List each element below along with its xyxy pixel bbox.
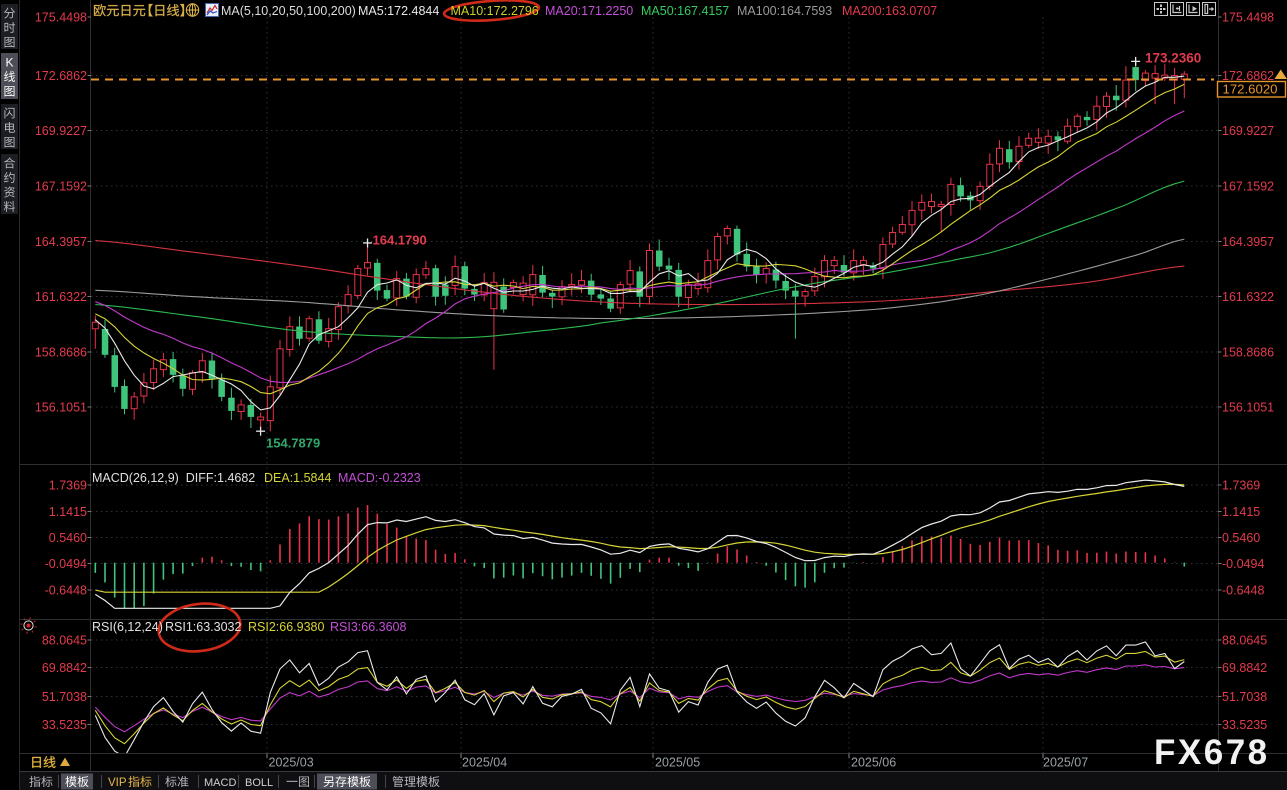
svg-text:175.4498: 175.4498: [1222, 10, 1274, 24]
svg-text:RSI2:66.9380: RSI2:66.9380: [248, 620, 324, 634]
svg-text:K: K: [5, 56, 13, 70]
svg-text:-0.0494: -0.0494: [1222, 557, 1264, 571]
svg-text:169.9227: 169.9227: [1222, 124, 1274, 138]
svg-text:33.5235: 33.5235: [42, 718, 87, 732]
svg-text:164.3957: 164.3957: [1222, 235, 1274, 249]
svg-text:MA10:172.2796: MA10:172.2796: [451, 4, 539, 18]
svg-text:1.1415: 1.1415: [49, 505, 87, 519]
svg-text:88.0645: 88.0645: [42, 633, 87, 647]
svg-text:MA20:171.2250: MA20:171.2250: [545, 4, 633, 18]
svg-text:156.1051: 156.1051: [1222, 400, 1274, 414]
svg-text:-0.0494: -0.0494: [45, 557, 87, 571]
svg-text:154.7879: 154.7879: [266, 436, 320, 451]
svg-text:173.2360: 173.2360: [1145, 51, 1201, 66]
svg-text:169.9227: 169.9227: [35, 124, 87, 138]
svg-text:2025/05: 2025/05: [655, 756, 700, 770]
svg-text:1.1415: 1.1415: [1222, 505, 1260, 519]
svg-text:33.5235: 33.5235: [1222, 718, 1267, 732]
svg-text:1.7369: 1.7369: [1222, 478, 1260, 492]
svg-text:51.7038: 51.7038: [1222, 690, 1267, 704]
svg-text:158.8686: 158.8686: [1222, 345, 1274, 359]
svg-text:MA50:167.4157: MA50:167.4157: [641, 4, 729, 18]
svg-text:0.5460: 0.5460: [1222, 531, 1260, 545]
svg-text:158.8686: 158.8686: [35, 345, 87, 359]
svg-text:161.6322: 161.6322: [1222, 290, 1274, 304]
svg-text:MA100:164.7593: MA100:164.7593: [737, 4, 832, 18]
svg-text:172.6020: 172.6020: [1223, 82, 1278, 97]
svg-text:156.1051: 156.1051: [35, 400, 87, 414]
svg-text:RSI3:66.3608: RSI3:66.3608: [330, 620, 406, 634]
svg-text:51.7038: 51.7038: [42, 690, 87, 704]
svg-text:1.7369: 1.7369: [49, 478, 87, 492]
svg-text:164.3957: 164.3957: [35, 235, 87, 249]
svg-text:VIP: VIP: [108, 777, 127, 789]
svg-text:167.1592: 167.1592: [35, 179, 87, 193]
svg-text:175.4498: 175.4498: [35, 10, 87, 24]
svg-text:2025/04: 2025/04: [462, 756, 507, 770]
svg-text:167.1592: 167.1592: [1222, 179, 1274, 193]
svg-text:69.8842: 69.8842: [1222, 661, 1267, 675]
svg-text:MA200:163.0707: MA200:163.0707: [842, 4, 937, 18]
svg-text:69.8842: 69.8842: [42, 661, 87, 675]
svg-text:172.6862: 172.6862: [35, 69, 87, 83]
svg-text:-0.6448: -0.6448: [45, 583, 87, 597]
svg-text:BOLL: BOLL: [245, 777, 273, 789]
svg-text:164.1790: 164.1790: [373, 233, 427, 248]
svg-text:88.0645: 88.0645: [1222, 633, 1267, 647]
svg-text:161.6322: 161.6322: [35, 290, 87, 304]
svg-text:FX678: FX678: [1154, 733, 1270, 772]
svg-text:-0.6448: -0.6448: [1222, 583, 1264, 597]
svg-text:MA(5,10,20,50,100,200): MA(5,10,20,50,100,200): [221, 4, 356, 18]
svg-text:RSI(6,12,24): RSI(6,12,24): [92, 620, 163, 634]
svg-text:MA5:172.4844: MA5:172.4844: [358, 4, 439, 18]
svg-text:2025/07: 2025/07: [1043, 756, 1088, 770]
svg-text:MACD: MACD: [204, 777, 236, 789]
svg-text:RSI1:63.3032: RSI1:63.3032: [165, 620, 241, 634]
svg-text:DEA:1.5844: DEA:1.5844: [264, 471, 331, 485]
svg-text:2025/06: 2025/06: [851, 756, 896, 770]
svg-text:MACD(26,12,9) DIFF:1.4682: MACD(26,12,9) DIFF:1.4682: [92, 471, 255, 485]
svg-text:0.5460: 0.5460: [49, 531, 87, 545]
svg-text:MACD:-0.2323: MACD:-0.2323: [338, 471, 421, 485]
svg-text:2025/03: 2025/03: [269, 756, 314, 770]
